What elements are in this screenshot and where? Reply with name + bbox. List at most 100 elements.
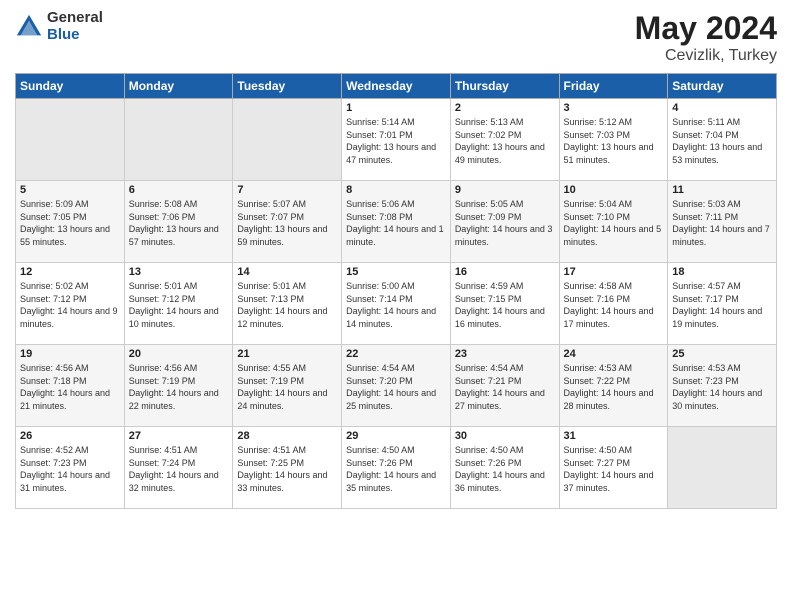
logo-blue-label: Blue — [47, 27, 103, 44]
day-details: Sunrise: 5:01 AMSunset: 7:12 PMDaylight:… — [129, 280, 229, 330]
logo: General Blue — [15, 10, 103, 43]
day-details: Sunrise: 4:53 AMSunset: 7:23 PMDaylight:… — [672, 362, 772, 412]
day-details: Sunrise: 4:50 AMSunset: 7:26 PMDaylight:… — [346, 444, 446, 494]
day-details: Sunrise: 5:07 AMSunset: 7:07 PMDaylight:… — [237, 198, 337, 248]
day-details: Sunrise: 5:02 AMSunset: 7:12 PMDaylight:… — [20, 280, 120, 330]
calendar-day-18: 18 Sunrise: 4:57 AMSunset: 7:17 PMDayligh… — [668, 263, 777, 345]
calendar-day-22: 22 Sunrise: 4:54 AMSunset: 7:20 PMDayligh… — [342, 345, 451, 427]
day-details: Sunrise: 5:11 AMSunset: 7:04 PMDaylight:… — [672, 116, 772, 166]
title-month: May 2024 — [635, 10, 777, 47]
calendar-day-9: 9Sunrise: 5:05 AMSunset: 7:09 PMDaylight… — [450, 181, 559, 263]
day-number: 18 — [672, 266, 772, 278]
calendar-day-28: 28Sunrise: 4:51 AMSunset: 7:25 PMDayligh… — [233, 427, 342, 509]
logo-general-label: General — [47, 10, 103, 27]
day-number: 17 — [564, 266, 664, 278]
calendar-empty-cell — [124, 99, 233, 181]
day-details: Sunrise: 4:51 AMSunset: 7:24 PMDaylight:… — [129, 444, 229, 494]
title-block: May 2024 Cevizlik, Turkey — [635, 10, 777, 65]
day-number: 5 — [20, 184, 120, 196]
day-number: 8 — [346, 184, 446, 196]
calendar-day-4: 4 Sunrise: 5:11 AMSunset: 7:04 PMDaylight… — [668, 99, 777, 181]
calendar-day-16: 16 Sunrise: 4:59 AMSunset: 7:15 PMDayligh… — [450, 263, 559, 345]
day-number: 12 — [20, 266, 120, 278]
day-number: 24 — [564, 348, 664, 360]
day-details: Sunrise: 4:53 AMSunset: 7:22 PMDaylight:… — [564, 362, 664, 412]
day-details: Sunrise: 5:14 AMSunset: 7:01 PMDaylight:… — [346, 116, 446, 166]
calendar-day-1: 1 Sunrise: 5:14 AMSunset: 7:01 PMDaylight… — [342, 99, 451, 181]
calendar-day-25: 25 Sunrise: 4:53 AMSunset: 7:23 PMDayligh… — [668, 345, 777, 427]
calendar-empty-cell — [668, 427, 777, 509]
calendar-week-4: 19 Sunrise: 4:56 AMSunset: 7:18 PMDayligh… — [16, 345, 777, 427]
day-number: 6 — [129, 184, 229, 196]
logo-icon — [15, 13, 43, 41]
day-header-monday: Monday — [124, 74, 233, 99]
calendar-day-27: 27Sunrise: 4:51 AMSunset: 7:24 PMDayligh… — [124, 427, 233, 509]
day-details: Sunrise: 4:56 AMSunset: 7:19 PMDaylight:… — [129, 362, 229, 412]
day-details: Sunrise: 5:06 AMSunset: 7:08 PMDaylight:… — [346, 198, 446, 248]
day-number: 1 — [346, 102, 446, 114]
calendar-day-13: 13 Sunrise: 5:01 AMSunset: 7:12 PMDayligh… — [124, 263, 233, 345]
day-details: Sunrise: 4:59 AMSunset: 7:15 PMDaylight:… — [455, 280, 555, 330]
calendar-day-29: 29 Sunrise: 4:50 AMSunset: 7:26 PMDayligh… — [342, 427, 451, 509]
calendar-day-26: 26Sunrise: 4:52 AMSunset: 7:23 PMDayligh… — [16, 427, 125, 509]
calendar-day-17: 17 Sunrise: 4:58 AMSunset: 7:16 PMDayligh… — [559, 263, 668, 345]
day-header-saturday: Saturday — [668, 74, 777, 99]
day-number: 4 — [672, 102, 772, 114]
day-details: Sunrise: 4:57 AMSunset: 7:17 PMDaylight:… — [672, 280, 772, 330]
calendar-day-3: 3Sunrise: 5:12 AMSunset: 7:03 PMDaylight… — [559, 99, 668, 181]
calendar-day-5: 5Sunrise: 5:09 AMSunset: 7:05 PMDaylight… — [16, 181, 125, 263]
day-details: Sunrise: 4:54 AMSunset: 7:21 PMDaylight:… — [455, 362, 555, 412]
calendar-day-19: 19 Sunrise: 4:56 AMSunset: 7:18 PMDayligh… — [16, 345, 125, 427]
day-details: Sunrise: 5:13 AMSunset: 7:02 PMDaylight:… — [455, 116, 555, 166]
calendar-day-23: 23 Sunrise: 4:54 AMSunset: 7:21 PMDayligh… — [450, 345, 559, 427]
day-details: Sunrise: 5:12 AMSunset: 7:03 PMDaylight:… — [564, 116, 664, 166]
day-number: 15 — [346, 266, 446, 278]
calendar-empty-cell — [16, 99, 125, 181]
day-number: 14 — [237, 266, 337, 278]
day-details: Sunrise: 4:51 AMSunset: 7:25 PMDaylight:… — [237, 444, 337, 494]
calendar-day-15: 15Sunrise: 5:00 AMSunset: 7:14 PMDayligh… — [342, 263, 451, 345]
calendar-table: SundayMondayTuesdayWednesdayThursdayFrid… — [15, 73, 777, 509]
page: General Blue May 2024 Cevizlik, Turkey S… — [0, 0, 792, 612]
calendar-day-10: 10 Sunrise: 5:04 AMSunset: 7:10 PMDayligh… — [559, 181, 668, 263]
calendar-week-1: 1 Sunrise: 5:14 AMSunset: 7:01 PMDaylight… — [16, 99, 777, 181]
logo-text: General Blue — [47, 10, 103, 43]
day-number: 29 — [346, 430, 446, 442]
calendar-week-2: 5Sunrise: 5:09 AMSunset: 7:05 PMDaylight… — [16, 181, 777, 263]
calendar-week-3: 12 Sunrise: 5:02 AMSunset: 7:12 PMDayligh… — [16, 263, 777, 345]
calendar-day-30: 30Sunrise: 4:50 AMSunset: 7:26 PMDayligh… — [450, 427, 559, 509]
day-number: 11 — [672, 184, 772, 196]
day-details: Sunrise: 4:58 AMSunset: 7:16 PMDaylight:… — [564, 280, 664, 330]
day-number: 22 — [346, 348, 446, 360]
calendar-day-20: 20Sunrise: 4:56 AMSunset: 7:19 PMDayligh… — [124, 345, 233, 427]
calendar-day-8: 8 Sunrise: 5:06 AMSunset: 7:08 PMDaylight… — [342, 181, 451, 263]
day-details: Sunrise: 5:08 AMSunset: 7:06 PMDaylight:… — [129, 198, 229, 248]
day-number: 13 — [129, 266, 229, 278]
day-header-wednesday: Wednesday — [342, 74, 451, 99]
calendar-day-31: 31Sunrise: 4:50 AMSunset: 7:27 PMDayligh… — [559, 427, 668, 509]
day-details: Sunrise: 5:05 AMSunset: 7:09 PMDaylight:… — [455, 198, 555, 248]
day-number: 25 — [672, 348, 772, 360]
calendar-day-21: 21Sunrise: 4:55 AMSunset: 7:19 PMDayligh… — [233, 345, 342, 427]
day-details: Sunrise: 5:04 AMSunset: 7:10 PMDaylight:… — [564, 198, 664, 248]
day-number: 16 — [455, 266, 555, 278]
day-number: 21 — [237, 348, 337, 360]
day-header-tuesday: Tuesday — [233, 74, 342, 99]
day-header-friday: Friday — [559, 74, 668, 99]
day-details: Sunrise: 5:01 AMSunset: 7:13 PMDaylight:… — [237, 280, 337, 330]
calendar-day-11: 11Sunrise: 5:03 AMSunset: 7:11 PMDayligh… — [668, 181, 777, 263]
title-location: Cevizlik, Turkey — [635, 47, 777, 65]
day-number: 30 — [455, 430, 555, 442]
calendar-empty-cell — [233, 99, 342, 181]
header: General Blue May 2024 Cevizlik, Turkey — [15, 10, 777, 65]
day-number: 23 — [455, 348, 555, 360]
calendar-week-5: 26Sunrise: 4:52 AMSunset: 7:23 PMDayligh… — [16, 427, 777, 509]
calendar-day-14: 14 Sunrise: 5:01 AMSunset: 7:13 PMDayligh… — [233, 263, 342, 345]
day-number: 10 — [564, 184, 664, 196]
day-details: Sunrise: 4:54 AMSunset: 7:20 PMDaylight:… — [346, 362, 446, 412]
day-number: 2 — [455, 102, 555, 114]
day-details: Sunrise: 4:50 AMSunset: 7:27 PMDaylight:… — [564, 444, 664, 494]
day-header-thursday: Thursday — [450, 74, 559, 99]
day-details: Sunrise: 4:56 AMSunset: 7:18 PMDaylight:… — [20, 362, 120, 412]
day-number: 19 — [20, 348, 120, 360]
